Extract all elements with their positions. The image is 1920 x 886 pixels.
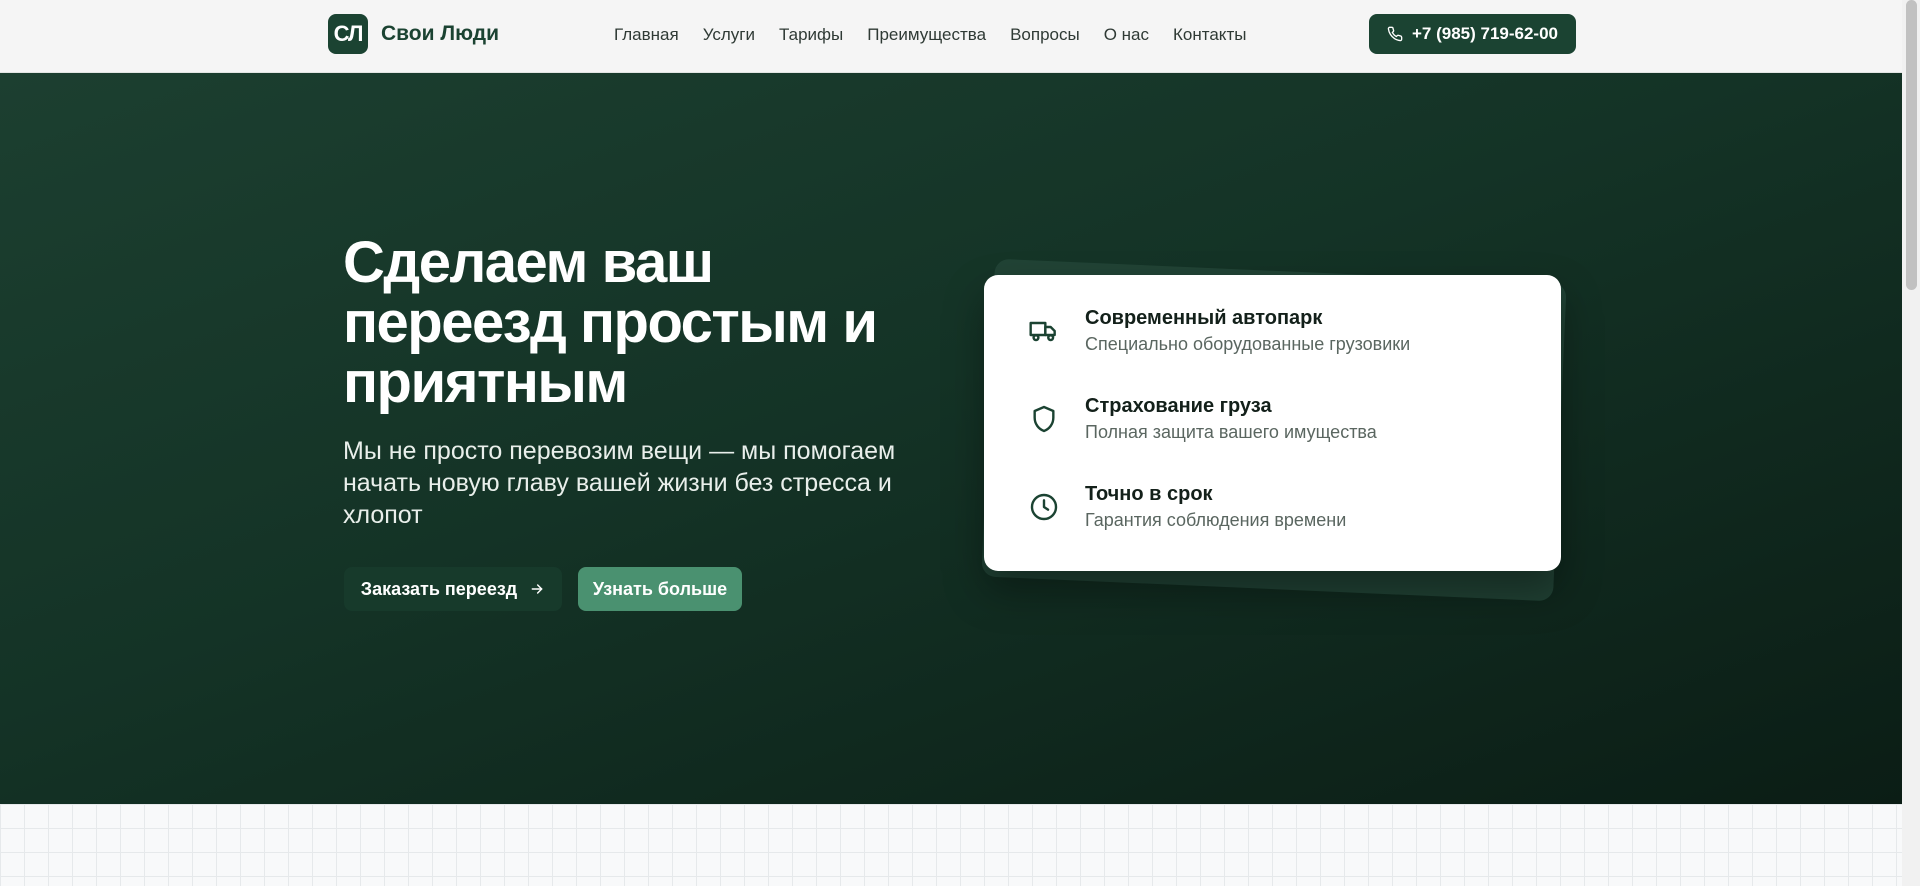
order-move-button[interactable]: Заказать переезд: [344, 567, 562, 611]
features-card: Современный автопарк Специально оборудов…: [984, 275, 1561, 571]
feature-item: Страхование груза Полная защита вашего и…: [1028, 393, 1377, 445]
feature-title: Современный автопарк: [1085, 307, 1323, 329]
truck-icon: [1028, 315, 1060, 347]
learn-more-button[interactable]: Узнать больше: [578, 567, 742, 611]
order-move-label: Заказать переезд: [360, 578, 518, 599]
hero-title: Сделаем ваш переезд простым и приятным: [343, 230, 878, 415]
phone-icon: [1387, 26, 1403, 42]
main-nav: Главная Услуги Тарифы Преимущества Вопро…: [614, 0, 1246, 70]
feature-item: Точно в срок Гарантия соблюдения времени: [1028, 481, 1346, 533]
hero-subtitle: Мы не просто перевозим вещи — мы помогае…: [343, 437, 896, 529]
feature-title: Точно в срок: [1085, 483, 1213, 505]
shield-icon: [1028, 403, 1060, 435]
feature-item: Современный автопарк Специально оборудов…: [1028, 305, 1410, 357]
nav-link-home[interactable]: Главная: [614, 25, 679, 45]
site-header: СЛ Свои Люди Главная Услуги Тарифы Преим…: [0, 0, 1902, 73]
scrollbar-thumb[interactable]: [1906, 0, 1917, 290]
logo[interactable]: СЛ Свои Люди: [328, 14, 499, 54]
hero-section: Сделаем ваш переезд простым и приятным М…: [0, 73, 1902, 804]
clock-icon: [1028, 491, 1060, 523]
next-section-grid-background: [0, 804, 1902, 886]
nav-link-about[interactable]: О нас: [1104, 25, 1149, 45]
feature-description: Полная защита вашего имущества: [1085, 422, 1377, 442]
logo-text: Свои Люди: [381, 22, 500, 45]
phone-number: +7 (985) 719-62-00: [1411, 24, 1559, 43]
phone-button[interactable]: +7 (985) 719-62-00: [1369, 14, 1576, 54]
feature-description: Специально оборудованные грузовики: [1085, 334, 1411, 354]
logo-mark: СЛ: [328, 14, 368, 54]
arrow-right-icon: [531, 584, 543, 594]
feature-description: Гарантия соблюдения времени: [1085, 510, 1347, 530]
page-scrollbar[interactable]: [1902, 0, 1920, 886]
nav-link-pricing[interactable]: Тарифы: [779, 25, 843, 45]
nav-link-advantages[interactable]: Преимущества: [867, 25, 986, 45]
feature-title: Страхование груза: [1085, 395, 1272, 417]
nav-link-services[interactable]: Услуги: [703, 25, 755, 45]
nav-link-contacts[interactable]: Контакты: [1173, 25, 1246, 45]
nav-link-faq[interactable]: Вопросы: [1010, 25, 1080, 45]
